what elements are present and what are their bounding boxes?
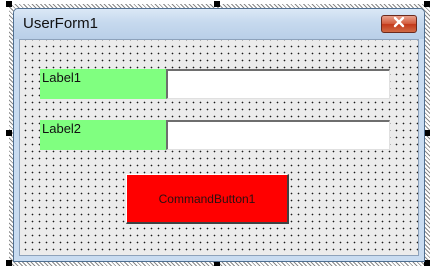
resize-handle-bottom-left[interactable] — [6, 260, 12, 266]
close-button[interactable] — [381, 15, 417, 33]
command-button-1[interactable]: CommandButton1 — [126, 174, 289, 224]
resize-handle-top-right[interactable] — [424, 1, 430, 7]
form-title: UserForm1 — [23, 15, 99, 32]
design-stage: UserForm1 Label1 Label2 CommandButton1 — [0, 0, 430, 266]
form-client-area[interactable]: Label1 Label2 CommandButton1 — [19, 39, 419, 256]
label1[interactable]: Label1 — [40, 69, 166, 99]
label2[interactable]: Label2 — [40, 120, 166, 150]
command-button-label: CommandButton1 — [158, 191, 256, 206]
resize-handle-left[interactable] — [6, 130, 12, 136]
resize-handle-top[interactable] — [214, 1, 220, 7]
textbox2[interactable] — [166, 120, 390, 150]
userform-window[interactable]: UserForm1 Label1 Label2 CommandButton1 — [13, 8, 425, 262]
resize-handle-top-left[interactable] — [6, 1, 12, 7]
title-bar[interactable]: UserForm1 — [14, 9, 424, 39]
close-x-icon — [392, 15, 406, 33]
textbox1[interactable] — [166, 69, 390, 99]
